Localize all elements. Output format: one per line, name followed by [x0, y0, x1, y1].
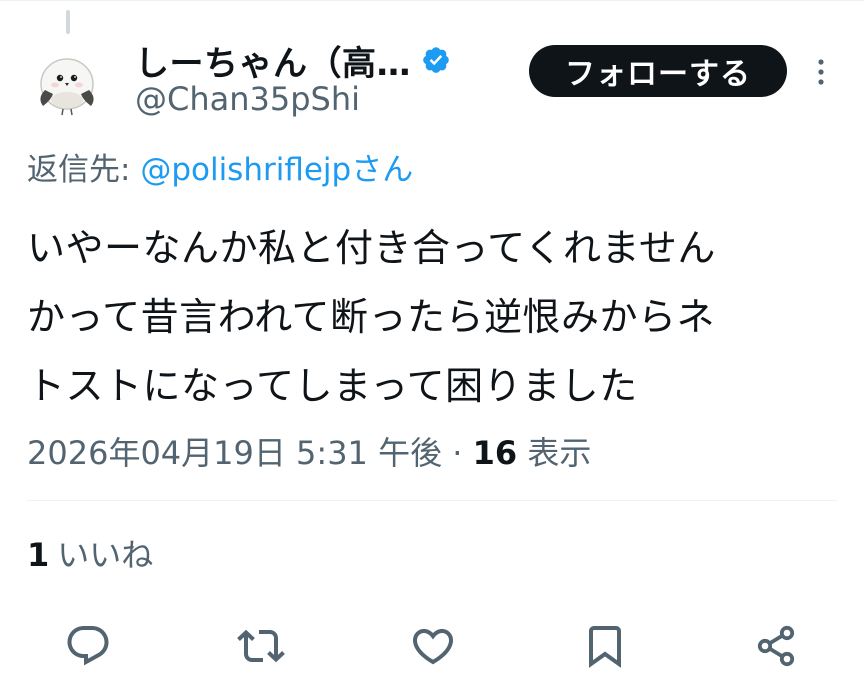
thread-connector-line — [66, 10, 70, 34]
retweet-icon[interactable] — [237, 622, 285, 670]
reply-to-mention-link[interactable]: @polishriflejp — [140, 152, 351, 188]
author-handle[interactable]: @Chan35pShi — [135, 80, 360, 118]
reply-icon[interactable] — [64, 622, 112, 670]
likes-count[interactable]: 1 — [27, 536, 49, 574]
tweet-timestamp[interactable]: 2026年04月19日 5:31 午後 — [27, 434, 442, 472]
tweet-text: いやーなんか私と付き合ってくれません かって昔言われて断ったら逆恨みからネ トス… — [27, 214, 847, 421]
tweet-meta-row: 2026年04月19日 5:31 午後 · 16 表示 — [27, 428, 591, 474]
more-vertical-icon[interactable] — [806, 52, 836, 92]
likes-label[interactable]: いいね — [57, 536, 153, 574]
action-bar — [0, 622, 864, 672]
tweet-text-line: かって昔言われて断ったら逆恨みからネ — [27, 295, 716, 339]
likes-row[interactable]: 1 いいね — [27, 530, 153, 576]
like-heart-icon[interactable] — [409, 622, 457, 670]
reply-to-suffix[interactable]: さん — [351, 152, 413, 188]
verified-badge-icon[interactable] — [421, 45, 451, 75]
stats-divider — [27, 500, 837, 501]
meta-separator: · — [442, 434, 473, 472]
author-name-row: しーちゃん（高… — [135, 34, 451, 86]
follow-button[interactable]: フォローする — [529, 45, 787, 97]
avatar[interactable] — [27, 40, 107, 120]
reply-to-line: 返信先: @polishriflejpさん — [27, 144, 413, 189]
bird-avatar-icon — [27, 40, 107, 120]
reply-to-prefix: 返信先: — [27, 152, 141, 188]
views-count[interactable]: 16 — [473, 434, 518, 472]
bookmark-icon[interactable] — [581, 622, 629, 670]
views-label[interactable]: 表示 — [517, 434, 591, 472]
top-divider — [0, 0, 864, 1]
author-display-name[interactable]: しーちゃん（高… — [135, 36, 411, 85]
tweet-text-line: いやーなんか私と付き合ってくれません — [27, 226, 716, 270]
tweet-text-line: トストになってしまって困りました — [27, 364, 638, 408]
share-icon[interactable] — [752, 622, 800, 670]
